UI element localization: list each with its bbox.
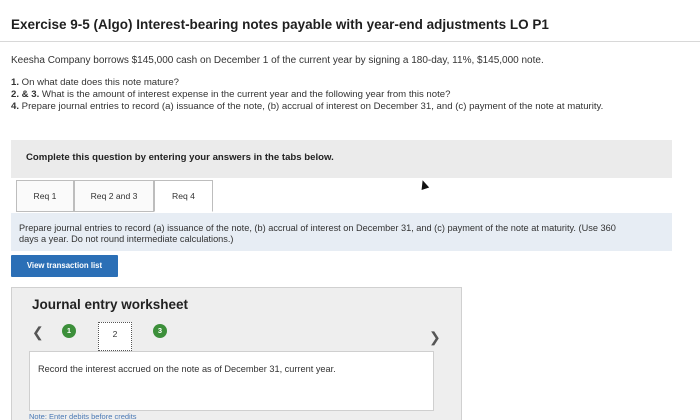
question-1: 1. On what date does this note mature? [11,77,180,88]
requirement-tabs: Req 1 Req 2 and 3 Req 4 [16,180,213,214]
page-title: Exercise 9-5 (Algo) Interest-bearing not… [11,17,549,32]
question-4: 4. Prepare journal entries to record (a)… [11,101,604,112]
view-transaction-list-button[interactable]: View transaction list [11,255,118,277]
tab-req-1[interactable]: Req 1 [16,180,74,212]
record-instruction-box: Record the interest accrued on the note … [29,351,434,411]
instruction-panel-text: Complete this question by entering your … [26,152,334,163]
record-instruction-text: Record the interest accrued on the note … [38,364,336,374]
title-divider [0,41,700,42]
worksheet-title: Journal entry worksheet [32,297,189,312]
mouse-cursor-icon [418,178,430,191]
question-2-3: 2. & 3. What is the amount of interest e… [11,89,451,100]
instruction-panel: Complete this question by entering your … [11,140,672,178]
step-2-current[interactable]: 2 [98,322,132,351]
step-3-complete[interactable]: 3 [153,324,167,338]
requirement-instruction-text: Prepare journal entries to record (a) is… [19,223,616,244]
requirement-instruction: Prepare journal entries to record (a) is… [11,213,672,251]
chevron-right-icon[interactable]: ❯ [429,329,441,346]
tab-req-2-and-3[interactable]: Req 2 and 3 [74,180,154,212]
step-1-complete[interactable]: 1 [62,324,76,338]
debits-before-credits-note: Note: Enter debits before credits [29,412,137,420]
tab-req-4[interactable]: Req 4 [154,180,213,212]
problem-statement: Keesha Company borrows $145,000 cash on … [11,55,544,66]
chevron-left-icon[interactable]: ❮ [32,324,44,341]
